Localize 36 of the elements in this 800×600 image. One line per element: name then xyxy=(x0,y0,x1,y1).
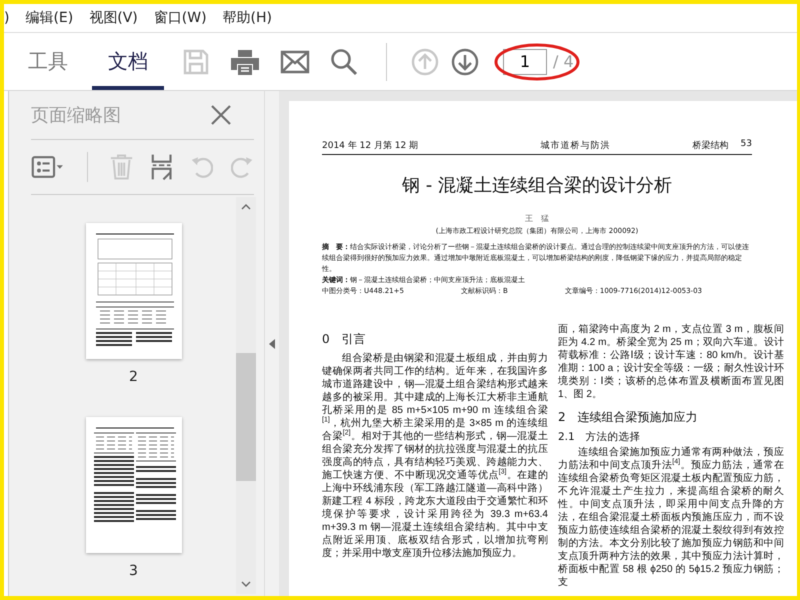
arrow-down-circle-icon[interactable] xyxy=(451,48,479,76)
scroll-up-icon[interactable] xyxy=(241,204,251,210)
scrollbar[interactable] xyxy=(236,197,256,594)
page-thumbnail[interactable] xyxy=(86,223,182,359)
page-thumbnail[interactable] xyxy=(86,417,182,553)
section-heading: 2 连续组合梁预施加应力 xyxy=(558,409,699,426)
page-number-field[interactable]: 1 xyxy=(503,48,547,74)
scroll-down-icon[interactable] xyxy=(241,581,251,587)
menu-item[interactable]: 视图(V) xyxy=(89,7,138,29)
section-name: 桥梁结构 xyxy=(692,140,729,152)
search-icon[interactable] xyxy=(330,48,358,76)
subsection-heading: 2.1 方法的选择 xyxy=(558,430,642,444)
printer-icon[interactable] xyxy=(230,48,260,76)
menu-item[interactable]: 编辑(E) xyxy=(25,7,74,29)
tab[interactable]: 工具 xyxy=(12,33,84,90)
menu-item[interactable]: 帮助(H) xyxy=(222,7,272,29)
options-menu-icon[interactable] xyxy=(31,153,65,181)
page-number-label: 3 xyxy=(129,563,138,579)
panel-title: 页面缩略图 xyxy=(31,104,121,127)
journal-name: 城市道桥与防洪 xyxy=(540,140,610,152)
menu-item[interactable]: ) xyxy=(4,8,10,28)
menu-item[interactable]: 窗口(W) xyxy=(154,7,207,29)
body-paragraph: 组合梁桥是由钢梁和混凝土板组成，并由剪力键确保两者共同工作的结构。近年来，在我国许多城市道路建设中，钢—混凝土组合梁结构形式越来越多的被采用。其中建成的上海长江大桥非主通航孔桥采用的是 85 m+5×105 m+90 m 连续组合梁$^{[1]}$，杭州九堡大桥主梁采用的是 3×85 m 的连续组合梁$^{[2]}$。相对于其他的一些结构形式，钢—混凝土组合梁充分发挥了钢材的抗拉强度与混凝土的抗压强度高的特点，具有结构轻巧美观、跨越能力大、施工快速方便、不中断现况交通等优点$^{[3]}$。在建的上海中环线浦东段（军工路越江隧道—高科中路）新建工程 4 标段，跨龙东大道段由于交通繁忙和环境保护等要求，设计采用跨径为 39.3 m+63.4 m+39.3 m 钢—混凝土连续组合梁结构。其中中支点附近采用顶、底板双结合形式，以增加抗弯刚度；并采用中墩支座顶升位移法施加预应力。 xyxy=(322,352,548,560)
page-number: 53 xyxy=(740,139,752,151)
page-number-label: 2 xyxy=(129,369,138,385)
issue-date: 2014 年 12 月第 12 期 xyxy=(322,140,418,152)
article-title: 钢 - 混凝土连续组合梁的设计分析 xyxy=(401,174,673,197)
insert-page-icon[interactable] xyxy=(150,152,172,182)
author-name: 王 猛 xyxy=(524,213,550,224)
body-paragraph: 面，箱梁跨中高度为 2 m，支点位置 3 m，腹板间距为 4.2 m。桥梁全宽为 25 m；双向六车道。设计荷载标准：公路Ⅰ级；设计车速：80 km/h。设计基准期：100 a；设计安全等级：一级；耐久性设计环境类别：Ⅰ类；该桥的总体布置及横断面布置见图 1、图 2。 xyxy=(558,323,784,401)
collapse-arrow-icon[interactable] xyxy=(269,338,275,348)
page-total: / 4 xyxy=(553,52,574,71)
section-heading: 0 引言 xyxy=(322,331,367,348)
close-icon[interactable] xyxy=(210,104,232,126)
mail-icon[interactable] xyxy=(280,50,310,74)
body-paragraph: 连续组合梁施加预应力通常有两种做法，预应力筋法和中间支点顶升法$^{[4]}$。预应力筋法，通常在连续组合梁桥负弯矩区混凝土板内配置预应力筋，不允许混凝土产生拉力，来提高组合梁桥的耐久性。中间支点顶升法，即采用中间支点升降的方法，在组合梁混凝土桥面板内预施压应力，而不设预应力筋使连续组合梁桥的混凝土裂纹得到有效控制的方法。本文分别比较了施加预应力钢筋和中间支点顶升两种方法的效果，其中预应力法计算时，桥面板中配置 58 根 ϕ250 的 5ϕ15.2 预应力钢筋；支 xyxy=(558,446,784,589)
